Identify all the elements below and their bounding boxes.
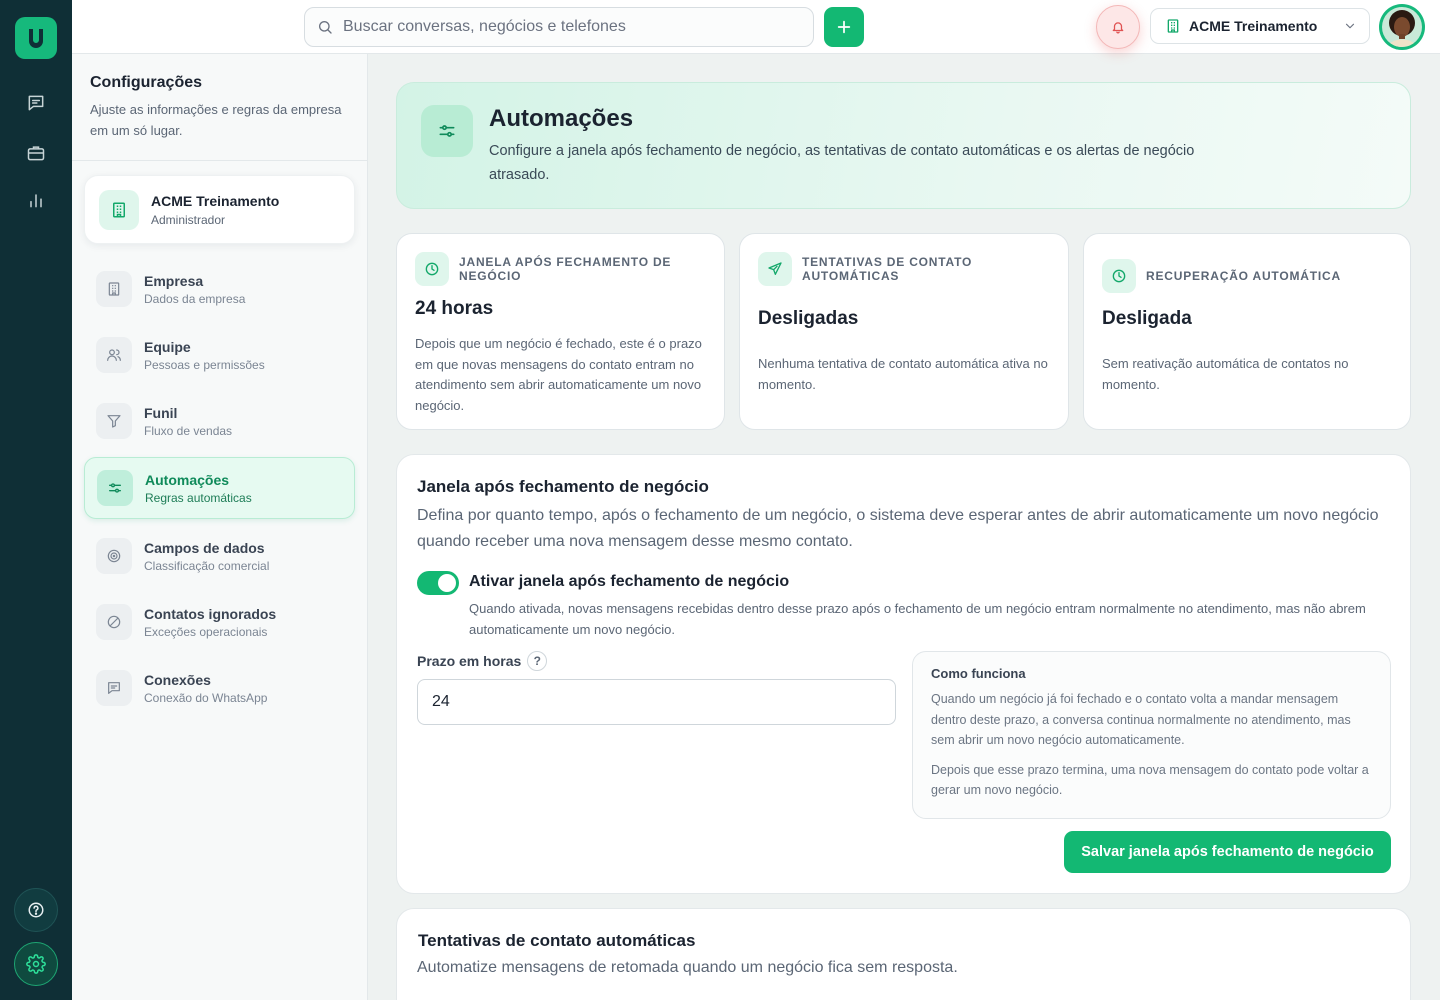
building-icon — [1167, 19, 1179, 33]
top-bar: ACME Treinamento — [72, 0, 1440, 54]
page-title: Automações — [489, 105, 634, 132]
sidebar-item-label: Empresa — [144, 272, 204, 289]
stat-description: Sem reativação automática de contatos no… — [1102, 356, 1349, 392]
stat-label: Tentativas de contato automáticas — [802, 255, 973, 283]
how-paragraph: Quando um negócio já foi fechado e o con… — [931, 692, 1351, 747]
chat-icon — [96, 670, 132, 706]
sidebar-item-campos-de-dados[interactable]: Campos de dados Classificação comercial — [84, 525, 355, 587]
company-card[interactable]: ACME Treinamento Administrador — [84, 175, 355, 244]
main-content: Automações Configure a janela após fecha… — [368, 54, 1440, 1000]
panel-title: Tentativas de contato automáticas — [418, 931, 696, 950]
sidebar-item-label: Equipe — [144, 338, 191, 355]
hours-input[interactable] — [417, 679, 896, 725]
target-icon — [96, 538, 132, 574]
company-selector-label: ACME Treinamento — [1189, 18, 1318, 34]
help-tooltip-icon[interactable]: ? — [527, 651, 548, 671]
sidebar-item-label: Automações — [145, 471, 230, 488]
panel-description: Automatize mensagens de retomada quando … — [417, 959, 958, 976]
users-icon — [96, 337, 132, 373]
hours-field-label: Prazo em horas ? — [417, 651, 548, 671]
sidebar-item-sublabel: Fluxo de vendas — [144, 423, 233, 438]
stat-label: Recuperação automática — [1146, 269, 1341, 283]
search-input[interactable] — [343, 18, 783, 36]
stat-card-recovery: Recuperação automática Desligada Sem rea… — [1083, 233, 1411, 430]
sidebar-item-label: Campos de dados — [144, 539, 265, 556]
settings-sidebar: Configurações Ajuste as informações e re… — [72, 54, 368, 1000]
filter-icon — [96, 403, 132, 439]
window-toggle[interactable] — [417, 571, 459, 595]
chevron-down-icon — [1345, 23, 1355, 29]
company-role: Administrador — [151, 212, 226, 227]
stat-value: Desligadas — [758, 308, 859, 329]
search-icon — [319, 21, 332, 34]
sidebar-item-sublabel: Classificação comercial — [144, 558, 270, 573]
sidebar-item-funil[interactable]: Funil Fluxo de vendas — [84, 390, 355, 452]
sidebar-item-label: Conexões — [144, 671, 211, 688]
notifications-button[interactable] — [1096, 5, 1140, 49]
sidebar-item-label: Contatos ignorados — [144, 605, 277, 622]
sidebar-title: Configurações — [90, 74, 203, 91]
gear-icon — [26, 954, 46, 974]
sidebar-item-contatos-ignorados[interactable]: Contatos ignorados Exceções operacionais — [84, 591, 355, 653]
sidebar-header: Configurações Ajuste as informações e re… — [72, 54, 367, 161]
company-name: ACME Treinamento — [151, 192, 280, 209]
how-it-works-box: Como funciona Quando um negócio já foi f… — [912, 651, 1391, 819]
sidebar-item-equipe[interactable]: Equipe Pessoas e permissões — [84, 324, 355, 386]
send-icon — [758, 252, 792, 286]
clock-icon — [1102, 259, 1136, 293]
stat-label: Janela após fechamento de negócio — [459, 255, 672, 283]
toggle-description: Quando ativada, novas mensagens recebida… — [469, 601, 1366, 637]
sidebar-item-sublabel: Exceções operacionais — [144, 624, 268, 639]
window-settings-panel: Janela após fechamento de negócio Defina… — [396, 454, 1411, 894]
sidebar-item-conexoes[interactable]: Conexões Conexão do WhatsApp — [84, 657, 355, 719]
sidebar-subtitle: Ajuste as informações e regras da empres… — [90, 102, 342, 138]
stat-value: Desligada — [1102, 308, 1192, 329]
save-window-button[interactable]: Salvar janela após fechamento de negócio — [1064, 831, 1391, 873]
app-rail — [0, 0, 72, 1000]
user-avatar[interactable] — [1379, 4, 1425, 50]
bell-icon — [1112, 22, 1124, 34]
sidebar-item-sublabel: Regras automáticas — [145, 490, 252, 505]
panel-title: Janela após fechamento de negócio — [417, 477, 709, 496]
building-icon — [99, 189, 139, 230]
building-icon — [96, 271, 132, 307]
conversations-icon[interactable] — [22, 89, 50, 117]
page-hero: Automações Configure a janela após fecha… — [396, 82, 1411, 209]
sliders-icon — [421, 105, 473, 157]
help-icon — [28, 902, 44, 918]
hours-label-text: Prazo em horas — [417, 653, 522, 669]
toggle-knob — [438, 574, 456, 592]
help-button[interactable] — [14, 888, 58, 932]
stat-card-window: Janela após fechamento de negócio 24 hor… — [396, 233, 725, 430]
sidebar-item-sublabel: Conexão do WhatsApp — [144, 690, 268, 705]
sidebar-item-empresa[interactable]: Empresa Dados da empresa — [84, 258, 355, 320]
company-selector[interactable]: ACME Treinamento — [1150, 8, 1370, 44]
clock-icon — [415, 252, 449, 286]
ban-icon — [96, 604, 132, 640]
app-logo[interactable] — [15, 17, 57, 59]
stat-description: Nenhuma tentativa de contato automática … — [758, 356, 1048, 392]
settings-button[interactable] — [14, 942, 58, 986]
attempts-panel: Tentativas de contato automáticas Automa… — [396, 908, 1411, 1000]
stat-card-attempts: Tentativas de contato automáticas Deslig… — [739, 233, 1069, 430]
toggle-title: Ativar janela após fechamento de negócio — [469, 573, 790, 590]
add-button[interactable] — [824, 7, 864, 47]
stat-description: Depois que um negócio é fechado, este é … — [415, 336, 702, 413]
plus-icon — [837, 20, 851, 34]
sidebar-item-sublabel: Pessoas e permissões — [144, 357, 265, 372]
page-description: Configure a janela após fechamento de ne… — [489, 143, 1195, 183]
how-paragraph: Depois que esse prazo termina, uma nova … — [931, 762, 1369, 798]
briefcase-icon[interactable] — [22, 139, 50, 167]
search-box[interactable] — [304, 7, 814, 47]
sidebar-item-label: Funil — [144, 404, 178, 421]
stat-value: 24 horas — [415, 298, 494, 319]
sliders-icon — [97, 470, 133, 506]
sidebar-item-automacoes[interactable]: Automações Regras automáticas — [84, 457, 355, 519]
sidebar-item-sublabel: Dados da empresa — [144, 291, 246, 306]
how-title: Como funciona — [931, 666, 1026, 681]
chart-icon[interactable] — [22, 186, 50, 214]
panel-description: Defina por quanto tempo, após o fechamen… — [417, 507, 1379, 550]
